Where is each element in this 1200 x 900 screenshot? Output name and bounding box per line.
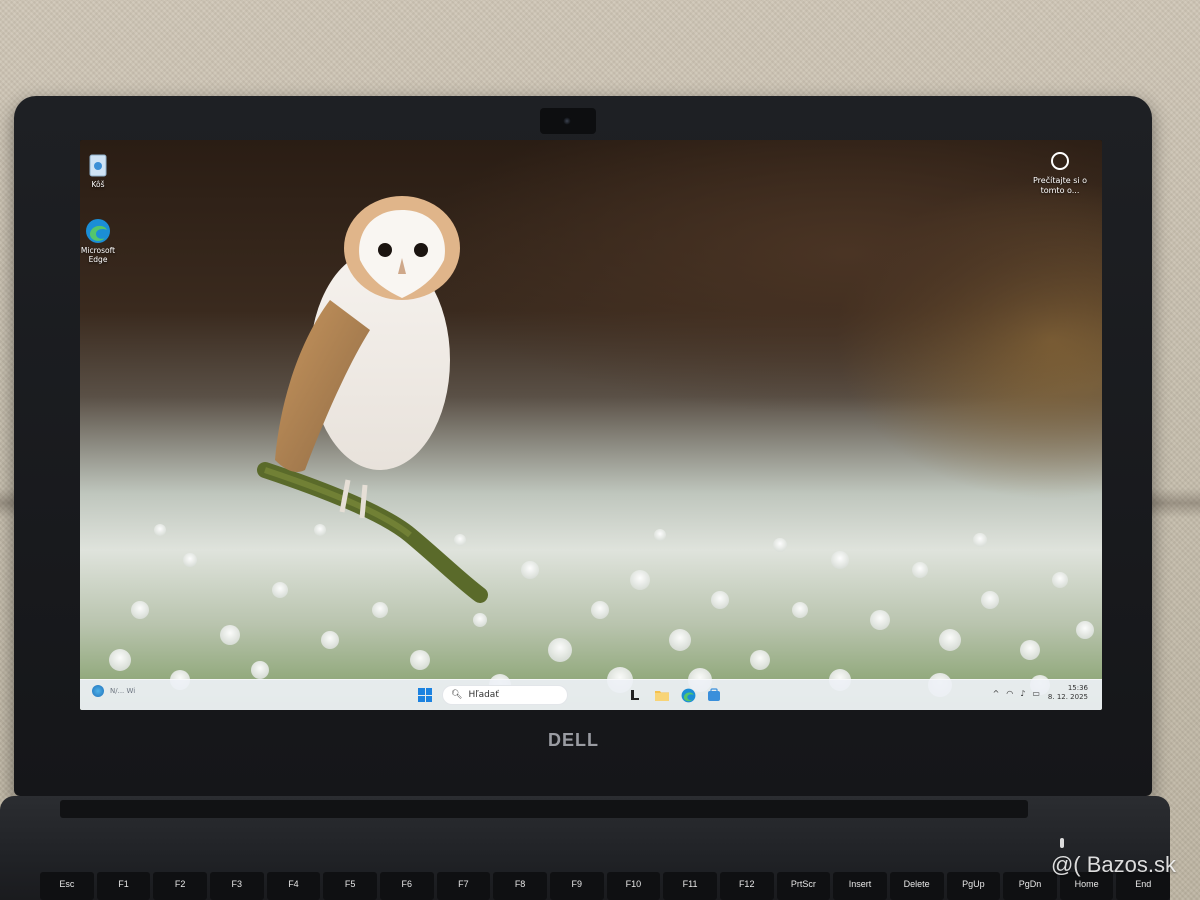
- store-icon[interactable]: [706, 687, 722, 703]
- start-button[interactable]: [418, 688, 432, 702]
- key-pgdn[interactable]: PgDn: [1003, 872, 1057, 900]
- hinge: [60, 800, 1028, 818]
- key-f8[interactable]: F8: [493, 872, 547, 900]
- clock[interactable]: 15:36 8. 12. 2025: [1048, 684, 1088, 702]
- tray-chevron-icon[interactable]: ^: [993, 689, 1000, 698]
- folder-icon[interactable]: [654, 687, 670, 703]
- key-f5[interactable]: F5: [323, 872, 377, 900]
- desktop-icon-edge[interactable]: Microsoft Edge: [80, 218, 118, 264]
- edge-icon: [86, 219, 110, 243]
- system-tray: ^ ◠ ♪ ▭ 15:36 8. 12. 2025: [993, 684, 1088, 702]
- laptop-screen: Kôš Microsoft Edge Prečítajte si o tomto…: [80, 140, 1102, 710]
- key-esc[interactable]: Esc: [40, 872, 94, 900]
- key-pgup[interactable]: PgUp: [946, 872, 1001, 900]
- weather-text: N/... Wi: [110, 687, 136, 695]
- key-f6[interactable]: F6: [379, 872, 434, 900]
- search-box[interactable]: 🔍︎ Hľadať: [442, 685, 568, 705]
- barn-owl: [275, 196, 460, 519]
- key-f7[interactable]: F7: [436, 872, 491, 900]
- desktop-icon-label: Kôš: [91, 180, 105, 189]
- key-f3[interactable]: F3: [209, 872, 264, 900]
- key-f10[interactable]: F10: [606, 872, 661, 900]
- key-insert[interactable]: Insert: [833, 872, 887, 900]
- key-f9[interactable]: F9: [549, 872, 604, 900]
- spotlight-label: Prečítajte si o tomto o...: [1032, 176, 1088, 195]
- key-f11[interactable]: F11: [663, 872, 717, 900]
- flower-field: [109, 524, 1094, 697]
- weather-icon: [92, 685, 104, 697]
- volume-icon[interactable]: ♪: [1020, 689, 1025, 698]
- key-f2[interactable]: F2: [153, 872, 207, 900]
- taskbar-center: 🔍︎ Hľadať: [418, 684, 722, 706]
- webcam-icon: [563, 117, 571, 125]
- weather-widget[interactable]: N/... Wi: [92, 685, 135, 697]
- dell-logo: DELL: [548, 730, 599, 750]
- taskbar: N/... Wi 🔍︎ Hľadať ^ ◠ ♪ ▭ 15:36 8. 12. …: [80, 679, 1102, 710]
- key-f4[interactable]: F4: [266, 872, 321, 900]
- battery-icon[interactable]: ▭: [1032, 689, 1040, 698]
- key-delete[interactable]: Delete: [889, 872, 944, 900]
- wallpaper-owl-scene: [109, 196, 1094, 697]
- search-label: Hľadať: [468, 690, 499, 700]
- power-led-icon: [1060, 838, 1064, 848]
- key-prtscr[interactable]: PrtScr: [776, 872, 831, 900]
- clock-time: 15:36: [1067, 684, 1088, 692]
- mossy-branch: [257, 462, 488, 603]
- desktop-icon-label: Microsoft Edge: [80, 246, 116, 264]
- key-f1[interactable]: F1: [96, 872, 151, 900]
- desktop-icon-recycle-bin[interactable]: Kôš: [80, 152, 118, 189]
- function-key-row: Esc F1 F2 F3 F4 F5 F6 F7 F8 F9 F10 F11 F12 PrtScr Inse…: [40, 872, 1171, 900]
- clock-date: 8. 12. 2025: [1047, 693, 1088, 701]
- wifi-icon[interactable]: ◠: [1006, 689, 1013, 698]
- edge-icon[interactable]: [680, 687, 696, 703]
- file-explorer-icon[interactable]: [628, 687, 644, 703]
- recycle-bin-icon: [89, 154, 107, 177]
- watermark: @( Bazos.sk: [1050, 852, 1176, 877]
- spotlight-widget[interactable]: Prečítajte si o tomto o...: [1024, 152, 1096, 196]
- search-icon: 🔍︎: [451, 690, 463, 700]
- camera-icon: [1051, 152, 1069, 170]
- key-f12[interactable]: F12: [719, 872, 774, 900]
